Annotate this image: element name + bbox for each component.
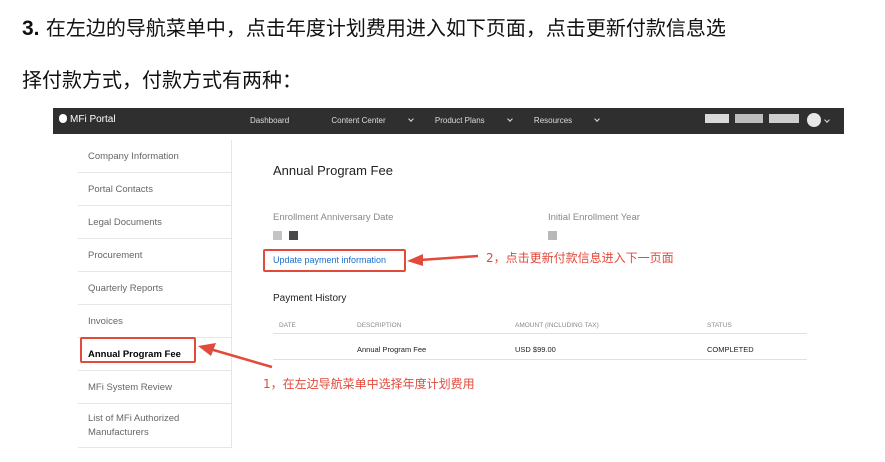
arrow-step2-line	[419, 254, 479, 262]
arrow-step1-line	[209, 347, 273, 369]
arrow-step2-head	[407, 254, 423, 266]
annotation-step2: 2，点击更新付款信息进入下一页面	[486, 251, 674, 265]
annotation-arrows	[198, 254, 479, 369]
arrow-step1-head	[198, 343, 216, 356]
annotation-step1: 1，在左边导航菜单中选择年度计划费用	[263, 377, 475, 391]
